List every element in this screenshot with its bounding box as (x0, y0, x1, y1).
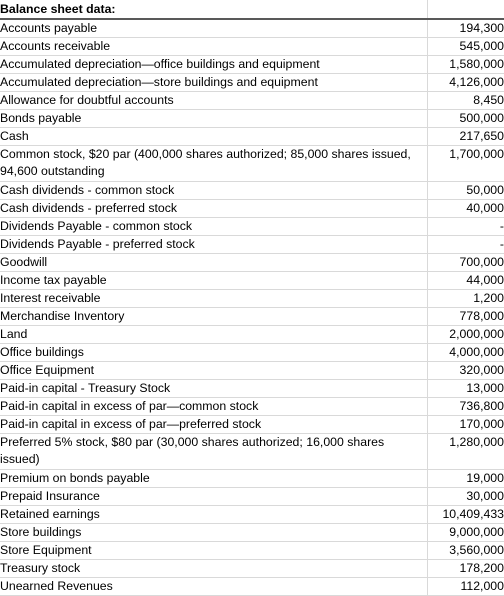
row-value: 1,580,000 (427, 55, 504, 74)
table-row[interactable]: Land 2,000,000 (0, 325, 504, 344)
row-label: Accumulated depreciation—store buildings… (0, 73, 428, 92)
table-row[interactable]: Office buildings 4,000,000 (0, 343, 504, 362)
row-label: Interest receivable (0, 289, 428, 308)
row-label: Prepaid Insurance (0, 487, 428, 506)
table-row[interactable]: Common stock, $20 par (400,000 shares au… (0, 145, 504, 182)
table-row[interactable]: Retained earnings 10,409,433 (0, 505, 504, 524)
row-value: 320,000 (427, 361, 504, 380)
row-value: 217,650 (427, 127, 504, 146)
table-row[interactable]: Premium on bonds payable 19,000 (0, 469, 504, 488)
row-value: 1,280,000 (427, 433, 504, 470)
row-value: 50,000 (427, 181, 504, 200)
table-row[interactable]: Paid-in capital in excess of par—common … (0, 397, 504, 416)
table-row[interactable]: Accounts receivable 545,000 (0, 37, 504, 56)
table-row[interactable]: Accumulated depreciation—office building… (0, 55, 504, 74)
row-label: Goodwill (0, 253, 428, 272)
row-value: 2,000,000 (427, 325, 504, 344)
row-label: Treasury stock (0, 559, 428, 578)
table-row[interactable]: Accounts payable 194,300 (0, 19, 504, 38)
row-value: 170,000 (427, 415, 504, 434)
row-value: 700,000 (427, 253, 504, 272)
table-row[interactable]: Office Equipment 320,000 (0, 361, 504, 380)
row-label: Paid-in capital in excess of par—preferr… (0, 415, 428, 434)
table-row[interactable]: Cash dividends - common stock 50,000 (0, 181, 504, 200)
row-label: Dividends Payable - preferred stock (0, 235, 428, 254)
data-grid: Balance sheet data: Accounts payable 194,… (0, 0, 504, 596)
table-row[interactable]: Allowance for doubtful accounts 8,450 (0, 91, 504, 110)
row-value: 736,800 (427, 397, 504, 416)
row-value: 545,000 (427, 37, 504, 56)
row-label: Accumulated depreciation—office building… (0, 55, 428, 74)
table-row[interactable]: Store Equipment 3,560,000 (0, 541, 504, 560)
row-label: Cash dividends - preferred stock (0, 199, 428, 218)
table-row[interactable]: Prepaid Insurance 30,000 (0, 487, 504, 506)
row-label: Merchandise Inventory (0, 307, 428, 326)
row-label: Bonds payable (0, 109, 428, 128)
row-label: Cash (0, 127, 428, 146)
row-value: 194,300 (427, 19, 504, 38)
grid-body: Balance sheet data: Accounts payable 194,… (0, 0, 504, 596)
table-row[interactable]: Cash dividends - preferred stock 40,000 (0, 199, 504, 218)
row-value: 3,560,000 (427, 541, 504, 560)
row-label: Preferred 5% stock, $80 par (30,000 shar… (0, 433, 428, 470)
row-label: Office Equipment (0, 361, 428, 380)
table-row[interactable]: Interest receivable 1,200 (0, 289, 504, 308)
row-label: Land (0, 325, 428, 344)
row-label: Dividends Payable - common stock (0, 217, 428, 236)
page-title: Balance sheet data: (0, 0, 428, 20)
row-value: 19,000 (427, 469, 504, 488)
table-row[interactable]: Bonds payable 500,000 (0, 109, 504, 128)
row-label: Paid-in capital - Treasury Stock (0, 379, 428, 398)
row-label: Cash dividends - common stock (0, 181, 428, 200)
row-value: 1,200 (427, 289, 504, 308)
table-header-row: Balance sheet data: (0, 0, 504, 20)
row-label: Common stock, $20 par (400,000 shares au… (0, 145, 428, 182)
table-row[interactable]: Dividends Payable - preferred stock - (0, 235, 504, 254)
table-row[interactable]: Paid-in capital - Treasury Stock 13,000 (0, 379, 504, 398)
table-row[interactable]: Paid-in capital in excess of par—preferr… (0, 415, 504, 434)
row-label: Allowance for doubtful accounts (0, 91, 428, 110)
table-row[interactable]: Dividends Payable - common stock - (0, 217, 504, 236)
row-value: 44,000 (427, 271, 504, 290)
table-row[interactable]: Goodwill 700,000 (0, 253, 504, 272)
balance-sheet-data-table: Balance sheet data: Accounts payable 194,… (0, 0, 504, 596)
row-value: 13,000 (427, 379, 504, 398)
row-value: 4,126,000 (427, 73, 504, 92)
row-value: 1,700,000 (427, 145, 504, 182)
row-label: Retained earnings (0, 505, 428, 524)
header-value-cell (427, 0, 504, 20)
table-row[interactable]: Accumulated depreciation—store buildings… (0, 73, 504, 92)
table-row[interactable]: Cash 217,650 (0, 127, 504, 146)
table-row[interactable]: Store buildings 9,000,000 (0, 523, 504, 542)
row-value: 4,000,000 (427, 343, 504, 362)
row-label: Accounts receivable (0, 37, 428, 56)
row-value: 9,000,000 (427, 523, 504, 542)
row-value: 8,450 (427, 91, 504, 110)
table-row[interactable]: Treasury stock 178,200 (0, 559, 504, 578)
row-label: Store Equipment (0, 541, 428, 560)
row-label: Paid-in capital in excess of par—common … (0, 397, 428, 416)
row-value: 178,200 (427, 559, 504, 578)
row-value: - (427, 235, 504, 254)
row-label: Office buildings (0, 343, 428, 362)
row-label: Store buildings (0, 523, 428, 542)
row-label: Premium on bonds payable (0, 469, 428, 488)
row-value: 40,000 (427, 199, 504, 218)
table-row[interactable]: Merchandise Inventory 778,000 (0, 307, 504, 326)
row-label: Accounts payable (0, 19, 428, 38)
row-value: 10,409,433 (427, 505, 504, 524)
row-label: Income tax payable (0, 271, 428, 290)
row-value: 500,000 (427, 109, 504, 128)
table-row[interactable]: Preferred 5% stock, $80 par (30,000 shar… (0, 433, 504, 470)
row-value: 778,000 (427, 307, 504, 326)
table-row[interactable]: Income tax payable 44,000 (0, 271, 504, 290)
row-value: 30,000 (427, 487, 504, 506)
row-value: - (427, 217, 504, 236)
